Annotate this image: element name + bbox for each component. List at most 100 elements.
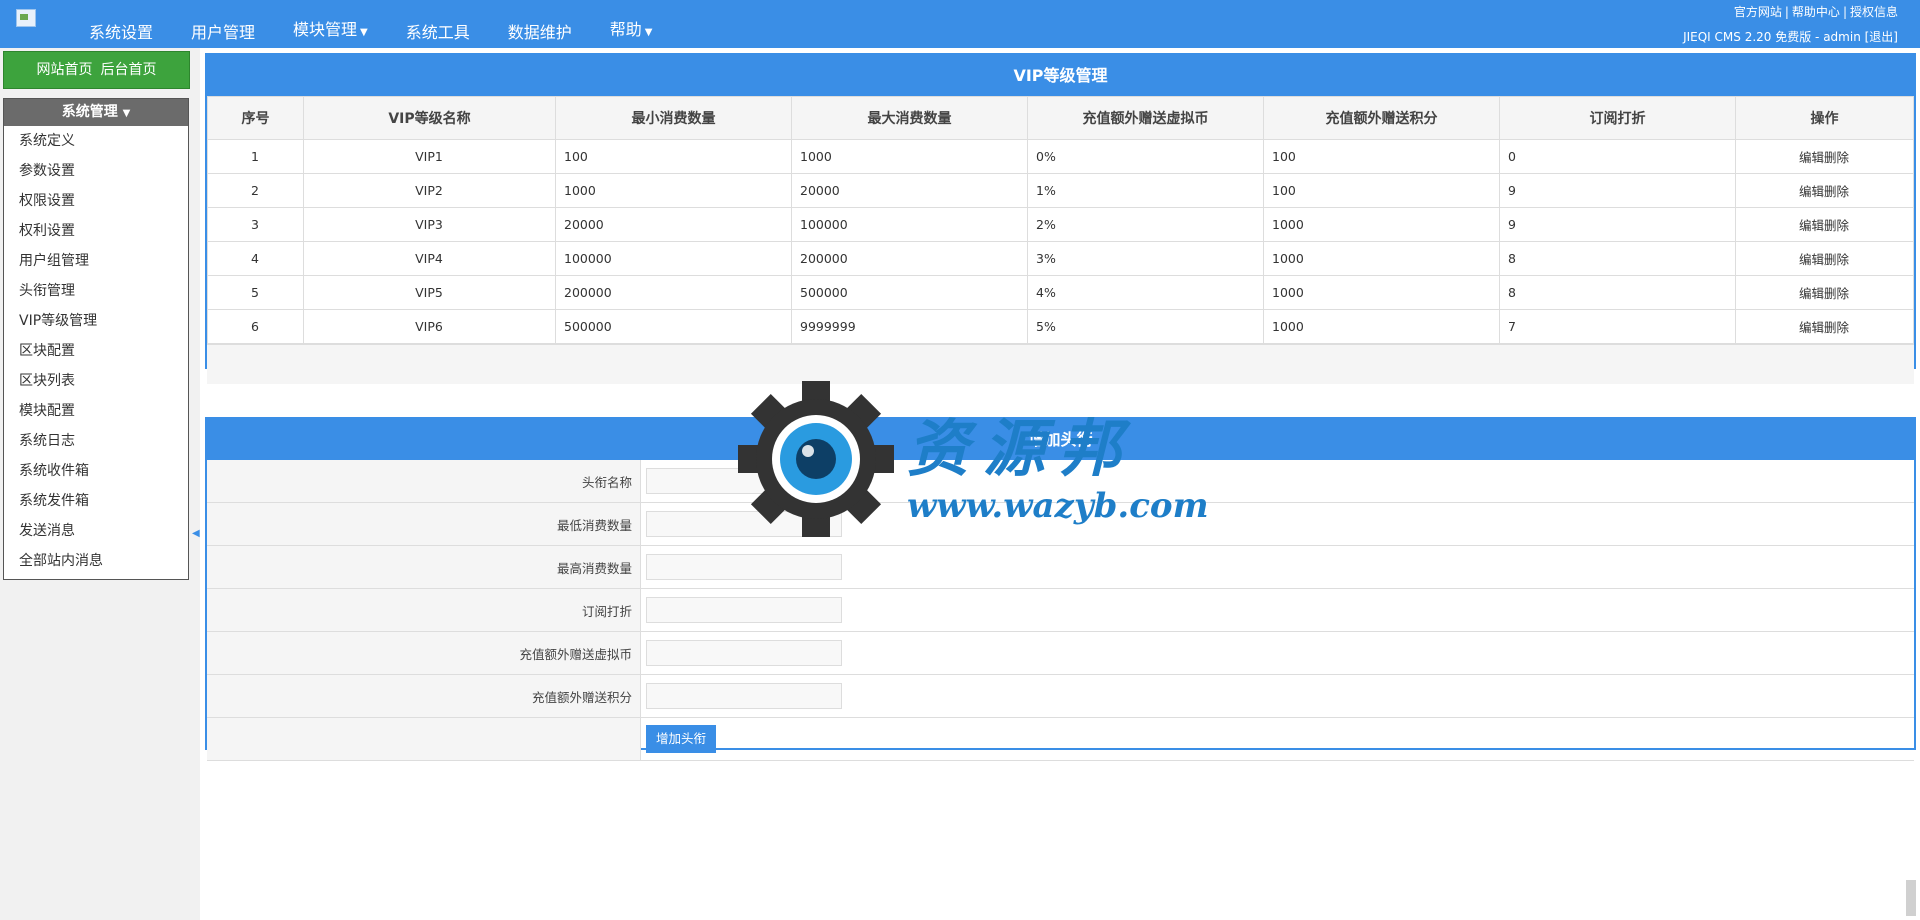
table-cell-min: 100	[555, 139, 792, 174]
sidebar-item-user-groups[interactable]: 用户组管理	[4, 246, 188, 276]
top-header: 系统设置 用户管理 模块管理 ▼ 系统工具 数据维护 帮助 ▼ 官方网站 | 帮助中心 |…	[0, 0, 1920, 48]
vip-table-body: 1 VIP1 100 1000 0% 100 0 编辑删除 2 VIP2 1000 20000 1% 10…	[207, 139, 1914, 344]
sidebar-item-parameters[interactable]: 参数设置	[4, 156, 188, 186]
nav-user-management[interactable]: 用户管理	[172, 18, 274, 48]
site-info: JIEQI CMS 2.20 免费版 - admin [退出]	[1683, 28, 1898, 45]
logo-image-icon	[16, 9, 36, 27]
sidebar-item-system-definition[interactable]: 系统定义	[4, 126, 188, 156]
form-input-2[interactable]	[646, 554, 842, 580]
form-input-0[interactable]	[646, 468, 842, 494]
nav-module-management[interactable]: 模块管理 ▼	[274, 15, 387, 48]
sidebar-item-permissions[interactable]: 权限设置	[4, 186, 188, 216]
table-cell-max: 200000	[791, 241, 1028, 276]
license-info-link[interactable]: 授权信息	[1850, 5, 1898, 19]
table-cell-name: VIP3	[303, 207, 556, 242]
table-cell-points: 1000	[1263, 275, 1500, 310]
edit-link[interactable]: 编辑	[1799, 286, 1824, 301]
sidebar-item-block-list[interactable]: 区块列表	[4, 366, 188, 396]
edit-link[interactable]: 编辑	[1799, 252, 1824, 267]
sidebar-item-inbox[interactable]: 系统收件箱	[4, 456, 188, 486]
delete-link[interactable]: 删除	[1824, 184, 1849, 199]
table-cell-discount: 8	[1499, 275, 1736, 310]
table-cell-no: 4	[207, 241, 304, 276]
sidebar-item-outbox[interactable]: 系统发件箱	[4, 486, 188, 516]
table-row: 2 VIP2 1000 20000 1% 100 9 编辑删除	[207, 173, 1914, 208]
sidebar-item-send-message[interactable]: 发送消息	[4, 516, 188, 546]
table-header-row: 序号 VIP等级名称 最小消费数量 最大消费数量 充值额外赠送虚拟币 充值额外赠…	[207, 96, 1914, 140]
add-title-button[interactable]: 增加头衔	[646, 725, 717, 753]
edit-link[interactable]: 编辑	[1799, 184, 1824, 199]
column-header: 充值额外赠送虚拟币	[1027, 96, 1264, 140]
panel-title: VIP等级管理	[207, 55, 1914, 96]
table-cell-no: 1	[207, 139, 304, 174]
form-label: 充值额外赠送积分	[207, 674, 641, 718]
delete-link[interactable]: 删除	[1824, 150, 1849, 165]
nav-label: 用户管理	[191, 23, 256, 42]
table-cell-discount: 9	[1499, 173, 1736, 208]
form-row: 最高消费数量	[207, 545, 1914, 589]
table-row: 5 VIP5 200000 500000 4% 1000 8 编辑删除	[207, 275, 1914, 310]
table-cell-actions: 编辑删除	[1735, 207, 1914, 242]
delete-link[interactable]: 删除	[1824, 320, 1849, 335]
admin-home-link[interactable]: 后台首页	[101, 62, 157, 78]
nav-data-maintenance[interactable]: 数据维护	[489, 18, 591, 48]
form-field-cell	[640, 460, 1914, 503]
edit-link[interactable]: 编辑	[1799, 218, 1824, 233]
form-input-1[interactable]	[646, 511, 842, 537]
column-header: 订阅打折	[1499, 96, 1736, 140]
sidebar-item-system-log[interactable]: 系统日志	[4, 426, 188, 456]
table-cell-points: 100	[1263, 139, 1500, 174]
sidebar-item-block-config[interactable]: 区块配置	[4, 336, 188, 366]
form-input-5[interactable]	[646, 683, 842, 709]
help-center-link[interactable]: 帮助中心	[1792, 5, 1840, 19]
panel-footer	[207, 344, 1914, 384]
official-site-link[interactable]: 官方网站	[1734, 5, 1782, 19]
caret-down-icon: ▼	[644, 27, 653, 38]
form-submit-row: 增加头衔	[207, 717, 1914, 761]
column-header: 最大消费数量	[791, 96, 1028, 140]
edit-link[interactable]: 编辑	[1799, 320, 1824, 335]
form-row: 充值额外赠送积分	[207, 674, 1914, 718]
table-row: 4 VIP4 100000 200000 3% 1000 8 编辑删除	[207, 241, 1914, 276]
sidebar-item-vip-levels[interactable]: VIP等级管理	[4, 306, 188, 336]
table-cell-discount: 8	[1499, 241, 1736, 276]
table-cell-name: VIP6	[303, 309, 556, 344]
table-cell-actions: 编辑删除	[1735, 275, 1914, 310]
logout-link[interactable]: [退出]	[1865, 30, 1898, 44]
column-header: 充值额外赠送积分	[1263, 96, 1500, 140]
delete-link[interactable]: 删除	[1824, 252, 1849, 267]
form-row: 充值额外赠送虚拟币	[207, 631, 1914, 675]
table-cell-no: 6	[207, 309, 304, 344]
nav-label: 系统设置	[89, 23, 154, 42]
table-cell-coin: 5%	[1027, 309, 1264, 344]
form-input-3[interactable]	[646, 597, 842, 623]
table-row: 6 VIP6 500000 9999999 5% 1000 7 编辑删除	[207, 309, 1914, 344]
nav-system-tools[interactable]: 系统工具	[387, 18, 489, 48]
form-input-4[interactable]	[646, 640, 842, 666]
form-label: 最高消费数量	[207, 545, 641, 589]
delete-link[interactable]: 删除	[1824, 218, 1849, 233]
delete-link[interactable]: 删除	[1824, 286, 1849, 301]
caret-down-icon: ▼	[360, 27, 368, 38]
menu-list: 系统定义 参数设置 权限设置 权利设置 用户组管理 头衔管理 VIP等级管理 区…	[4, 126, 188, 576]
sidebar-item-all-messages[interactable]: 全部站内消息	[4, 546, 188, 576]
sidebar-item-module-config[interactable]: 模块配置	[4, 396, 188, 426]
nav-help[interactable]: 帮助 ▼	[591, 15, 672, 48]
sidebar-item-rights[interactable]: 权利设置	[4, 216, 188, 246]
main-nav: 系统设置 用户管理 模块管理 ▼ 系统工具 数据维护 帮助 ▼	[70, 0, 672, 48]
table-cell-no: 3	[207, 207, 304, 242]
nav-label: 模块管理	[293, 20, 358, 39]
nav-system-settings[interactable]: 系统设置	[70, 18, 172, 48]
table-cell-actions: 编辑删除	[1735, 139, 1914, 174]
menu-title[interactable]: 系统管理 ▼	[4, 99, 188, 126]
home-links-bar: 网站首页 后台首页	[3, 51, 190, 89]
table-cell-discount: 9	[1499, 207, 1736, 242]
edit-link[interactable]: 编辑	[1799, 150, 1824, 165]
site-home-link[interactable]: 网站首页	[37, 62, 93, 78]
scrollbar-thumb[interactable]	[1906, 880, 1916, 916]
sidebar-item-titles[interactable]: 头衔管理	[4, 276, 188, 306]
version-user-text: JIEQI CMS 2.20 免费版 - admin	[1683, 30, 1861, 44]
collapse-arrow-icon[interactable]: ◀	[192, 528, 200, 539]
form-label: 最低消费数量	[207, 502, 641, 546]
table-cell-coin: 1%	[1027, 173, 1264, 208]
